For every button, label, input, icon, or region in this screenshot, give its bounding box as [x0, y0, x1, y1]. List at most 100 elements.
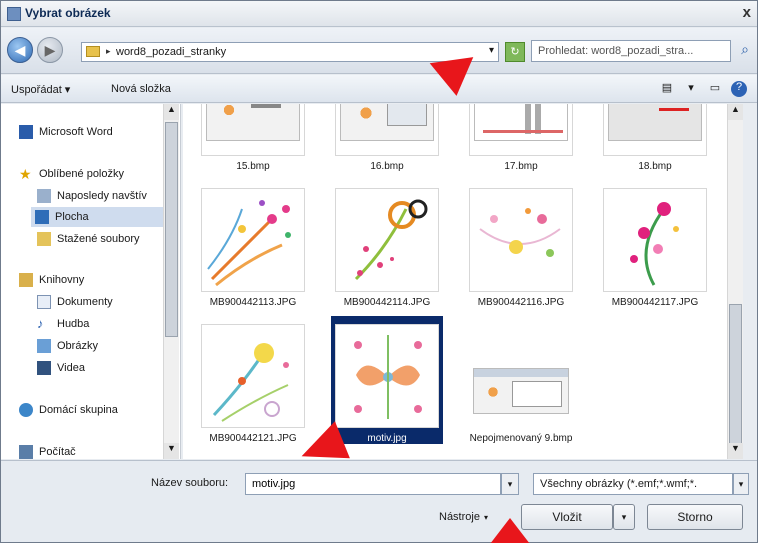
sidebar-item-favorites[interactable]: ★ Oblíbené položky — [19, 164, 124, 184]
path-dropdown-button[interactable]: ▾ — [489, 45, 494, 56]
window-title: Vybrat obrázek — [25, 6, 111, 20]
computer-icon — [19, 445, 33, 459]
file-item[interactable]: Nepojmenovaný 9.bmp — [465, 324, 577, 445]
sidebar-item-videos[interactable]: Videa — [37, 358, 85, 378]
file-thumbnail — [201, 324, 305, 428]
cancel-button[interactable]: Storno — [647, 504, 743, 530]
organize-button[interactable]: Uspořádat ▾ — [11, 83, 70, 96]
annotation-arrow — [429, 57, 479, 99]
filename-input[interactable] — [245, 473, 501, 495]
views-dropdown-icon[interactable]: ▾ — [683, 81, 699, 97]
views-icon[interactable]: ▤ — [659, 81, 675, 97]
file-name: 15.bmp — [236, 161, 270, 172]
tools-label: Nástroje — [439, 511, 480, 523]
scroll-up-icon[interactable]: ▲ — [164, 104, 179, 120]
file-list: 15.bmp 16.bmp 17.bmp 18.bmp MB900442113.… — [183, 104, 743, 459]
folder-icon — [86, 46, 100, 57]
file-item[interactable]: MB900442113.JPG — [197, 188, 309, 309]
sidebar-scroll-thumb[interactable] — [165, 122, 178, 337]
file-name: MB900442114.JPG — [343, 297, 431, 308]
file-item[interactable]: MB900442114.JPG — [331, 188, 443, 309]
star-icon: ★ — [19, 166, 32, 182]
file-item[interactable]: 16.bmp — [331, 104, 443, 173]
libraries-icon — [19, 273, 33, 287]
file-list-scroll-thumb[interactable] — [729, 304, 742, 444]
sidebar-item-documents[interactable]: Dokumenty — [37, 292, 113, 312]
dialog-window: Vybrat obrázek x ◀ ▶ ▸ word8_pozadi_stra… — [0, 0, 758, 543]
sidebar-item-downloads[interactable]: Stažené soubory — [37, 229, 140, 249]
file-list-scrollbar[interactable]: ▲ ▼ — [727, 104, 743, 459]
file-item[interactable]: MB900442121.JPG — [197, 324, 309, 445]
forward-button[interactable]: ▶ — [37, 37, 63, 63]
documents-icon — [37, 295, 51, 309]
file-name: 16.bmp — [370, 161, 404, 172]
sidebar-item-libraries[interactable]: Knihovny — [19, 270, 84, 290]
music-icon: ♪ — [37, 316, 44, 331]
homegroup-icon — [19, 403, 33, 417]
file-name: 18.bmp — [638, 161, 672, 172]
file-name: MB900442121.JPG — [209, 433, 297, 444]
navigation-pane: Microsoft Word ★ Oblíbené položky Naposl… — [1, 104, 181, 459]
file-item[interactable]: MB900442117.JPG — [599, 188, 711, 309]
scroll-down-icon[interactable]: ▼ — [164, 443, 179, 459]
filename-dropdown-icon[interactable]: ▾ — [501, 473, 519, 495]
downloads-icon — [37, 232, 51, 246]
file-item[interactable]: MB900442116.JPG — [465, 188, 577, 309]
file-name: Nepojmenovaný 9.bmp — [469, 433, 573, 444]
new-folder-button[interactable]: Nová složka — [111, 83, 171, 95]
file-item[interactable]: 17.bmp — [465, 104, 577, 173]
scroll-up-icon[interactable]: ▲ — [728, 104, 743, 120]
path-text: word8_pozadi_stranky — [116, 46, 227, 58]
preview-pane-icon[interactable]: ▭ — [707, 81, 723, 97]
sidebar-item-computer[interactable]: Počítač — [19, 442, 76, 459]
videos-icon — [37, 361, 51, 375]
desktop-icon — [35, 210, 49, 224]
sidebar-item-recent-places[interactable]: Naposledy navštív — [37, 186, 147, 206]
file-thumbnail — [201, 104, 305, 156]
refresh-button[interactable]: ↻ — [505, 42, 525, 62]
word-icon — [19, 125, 33, 139]
insert-button[interactable]: Vložit — [521, 504, 613, 530]
file-thumbnail — [335, 324, 439, 428]
recent-places-icon — [37, 189, 51, 203]
back-button[interactable]: ◀ — [7, 37, 33, 63]
dialog-footer: Název souboru: ▾ Všechny obrázky (*.emf;… — [1, 460, 757, 542]
insert-dropdown-button[interactable]: ▾ — [613, 504, 635, 530]
sidebar-item-desktop[interactable]: Plocha — [31, 207, 179, 227]
file-name: 17.bmp — [504, 161, 538, 172]
annotation-arrow — [490, 518, 530, 543]
sidebar-item-homegroup[interactable]: Domácí skupina — [19, 400, 118, 420]
scroll-down-icon[interactable]: ▼ — [728, 443, 743, 459]
file-item-selected[interactable]: motiv.jpg — [331, 316, 443, 444]
app-icon — [7, 7, 21, 21]
close-button[interactable]: x — [743, 4, 751, 21]
sidebar-item-microsoft-word[interactable]: Microsoft Word — [19, 122, 113, 142]
sidebar-item-music[interactable]: ♪ Hudba — [37, 314, 89, 334]
file-thumbnail — [603, 188, 707, 292]
file-thumbnail — [603, 104, 707, 156]
address-path-field[interactable]: ▸ word8_pozadi_stranky ▾ — [81, 42, 499, 62]
help-icon[interactable]: ? — [731, 81, 747, 97]
file-name: MB900442116.JPG — [477, 297, 565, 308]
file-thumbnail — [335, 188, 439, 292]
search-input[interactable]: Prohledat: word8_pozadi_stra... — [531, 40, 731, 62]
sidebar-scrollbar[interactable]: ▲ ▼ — [163, 104, 179, 459]
title-bar: Vybrat obrázek x — [1, 1, 757, 27]
file-item[interactable]: 18.bmp — [599, 104, 711, 173]
tools-button[interactable]: Nástroje ▾ — [439, 511, 488, 523]
file-name: motiv.jpg — [367, 433, 407, 444]
file-thumbnail — [335, 104, 439, 156]
file-name: MB900442117.JPG — [611, 297, 699, 308]
file-thumbnail — [201, 188, 305, 292]
search-icon[interactable]: ⌕ — [736, 41, 754, 61]
filename-label: Název souboru: — [151, 477, 229, 489]
sidebar-item-pictures[interactable]: Obrázky — [37, 336, 98, 356]
file-type-dropdown-icon[interactable]: ▾ — [733, 473, 749, 495]
command-bar: Uspořádat ▾ Nová složka ▤ ▾ ▭ ? — [1, 75, 757, 103]
chevron-down-icon: ▾ — [483, 513, 488, 522]
view-controls: ▤ ▾ ▭ ? — [659, 81, 747, 97]
file-item[interactable]: 15.bmp — [197, 104, 309, 173]
file-type-select[interactable]: Všechny obrázky (*.emf;*.wmf;*. — [533, 473, 733, 495]
path-separator-icon: ▸ — [106, 46, 111, 56]
file-thumbnail — [469, 104, 573, 156]
